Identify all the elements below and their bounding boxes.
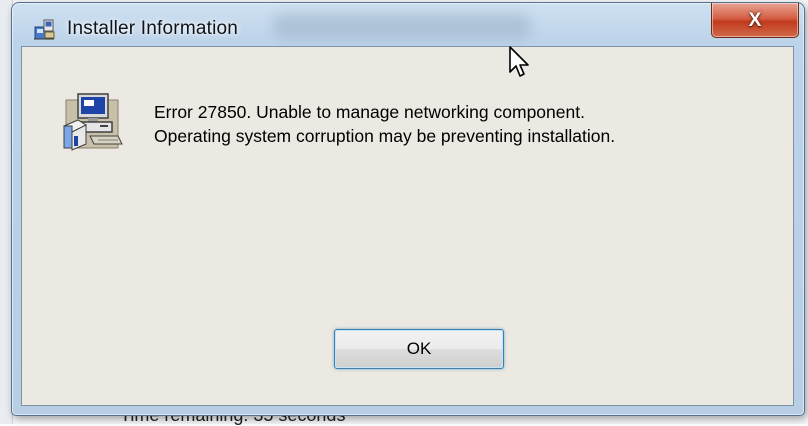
mouse-pointer-icon <box>509 46 529 77</box>
dialog-client-area: Error 27850. Unable to manage networking… <box>21 46 794 406</box>
installer-app-icon <box>34 19 55 40</box>
error-message: Error 27850. Unable to manage networking… <box>154 100 615 148</box>
error-message-line-2: Operating system corruption may be preve… <box>154 126 616 146</box>
close-icon: X <box>748 9 762 31</box>
window-title: Installer Information <box>67 18 239 39</box>
installer-computer-icon <box>63 93 123 151</box>
title-bar[interactable]: Installer Information X <box>12 3 804 41</box>
installer-information-dialog: Installer Information X Error 27850. Una… <box>11 2 805 416</box>
ok-button[interactable]: OK <box>334 329 504 369</box>
error-message-line-1: Error 27850. Unable to manage networking… <box>154 102 585 122</box>
close-button[interactable]: X <box>711 3 799 38</box>
